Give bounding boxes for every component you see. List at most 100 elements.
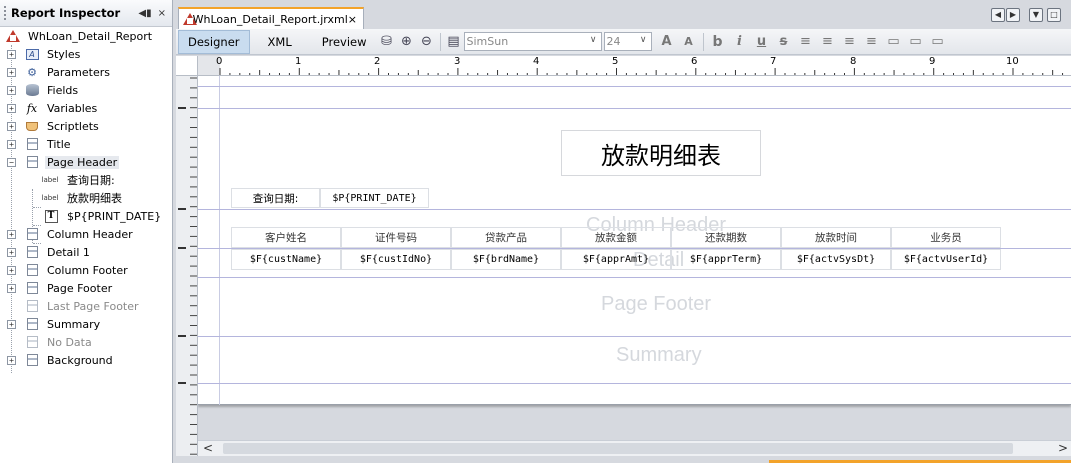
- app-window: Report Inspector ◀▮ × WhLoan_Detail_Repo…: [0, 0, 1071, 463]
- zoom-out-icon[interactable]: ⊖: [417, 32, 437, 52]
- detail-field-cell[interactable]: $F{brdName}: [451, 249, 561, 270]
- drag-grip-icon[interactable]: [4, 6, 7, 20]
- tree-item-scriptlets[interactable]: + Scriptlets: [0, 117, 172, 135]
- column-header-cell[interactable]: 客户姓名: [231, 227, 341, 248]
- detail-field-cell[interactable]: $F{apprTerm}: [671, 249, 781, 270]
- font-size-select[interactable]: 24 ∨: [603, 32, 652, 51]
- align-justify-icon[interactable]: ≡: [817, 32, 839, 52]
- tab-bar: WhLoan_Detail_Report.jrxml × ◀ ▶ ▼ □: [176, 0, 1071, 29]
- scroll-left-icon[interactable]: <: [203, 441, 213, 456]
- column-header-cell[interactable]: 业务员: [891, 227, 1001, 248]
- band-separator[interactable]: [198, 86, 1071, 87]
- align-left-icon[interactable]: ≡: [795, 32, 817, 52]
- increase-font-icon[interactable]: A: [656, 32, 678, 52]
- band-separator[interactable]: [198, 383, 1071, 384]
- align-right-icon[interactable]: ≡: [861, 32, 883, 52]
- tree-item-label: Column Footer: [47, 263, 128, 277]
- expand-icon[interactable]: +: [7, 265, 16, 275]
- compile-icon[interactable]: ▤: [444, 32, 464, 52]
- strikethrough-icon[interactable]: s: [773, 32, 795, 52]
- expand-icon[interactable]: +: [7, 103, 16, 113]
- tree-item-background[interactable]: + Background: [0, 351, 172, 369]
- tree-item-print-date-field[interactable]: T $P{PRINT_DATE}: [0, 207, 172, 225]
- report-title-text[interactable]: 放款明细表: [561, 130, 761, 176]
- tree-item-date-label[interactable]: label 查询日期:: [0, 171, 172, 189]
- column-header-cell[interactable]: 证件号码: [341, 227, 451, 248]
- close-tab-icon[interactable]: ×: [348, 13, 357, 26]
- align-middle-icon[interactable]: ▭: [905, 32, 927, 52]
- zoom-in-icon[interactable]: ⊕: [397, 32, 417, 52]
- tree-item-column-header[interactable]: + Column Header: [0, 225, 172, 243]
- tree-item-page-footer[interactable]: + Page Footer: [0, 279, 172, 297]
- design-canvas[interactable]: Column Header Detail Page Footer Summary…: [198, 76, 1071, 440]
- scroll-right-icon[interactable]: >: [1058, 441, 1068, 456]
- align-center-icon[interactable]: ≡: [839, 32, 861, 52]
- ruler-number: 10: [1006, 56, 1019, 67]
- band-separator[interactable]: [198, 336, 1071, 337]
- print-date-field[interactable]: $P{PRINT_DATE}: [320, 188, 429, 208]
- tree-item-fields[interactable]: + Fields: [0, 81, 172, 99]
- detail-field-cell[interactable]: $F{apprAmt}: [561, 249, 671, 270]
- band-separator[interactable]: [198, 277, 1071, 278]
- tree-item-label: Column Header: [47, 227, 133, 241]
- tree-item-summary[interactable]: + Summary: [0, 315, 172, 333]
- align-top-icon[interactable]: ▭: [883, 32, 905, 52]
- expand-icon[interactable]: +: [7, 355, 16, 365]
- scrollbar-thumb[interactable]: [223, 443, 1013, 454]
- designer-view-button[interactable]: Designer: [178, 29, 250, 54]
- tree-item-variables[interactable]: + fx Variables: [0, 99, 172, 117]
- align-bottom-icon[interactable]: ▭: [927, 32, 949, 52]
- preview-view-button[interactable]: Preview: [310, 30, 377, 54]
- tree-item-title-label[interactable]: label 放款明细表: [0, 189, 172, 207]
- detail-field-cell[interactable]: $F{actvUserId}: [891, 249, 1001, 270]
- scroll-tabs-right-icon[interactable]: ▶: [1006, 8, 1020, 22]
- column-header-cell[interactable]: 贷款产品: [451, 227, 561, 248]
- date-label-text[interactable]: 查询日期:: [231, 188, 320, 208]
- band-separator[interactable]: [198, 209, 1071, 210]
- maximize-window-icon[interactable]: □: [1047, 8, 1061, 22]
- database-icon[interactable]: ⛁: [377, 32, 397, 52]
- detail-field-cell[interactable]: $F{custName}: [231, 249, 341, 270]
- detail-field-cell[interactable]: $F{actvSysDt}: [781, 249, 891, 270]
- scroll-tabs-left-icon[interactable]: ◀: [991, 8, 1005, 22]
- tree-item-label: Background: [47, 353, 113, 367]
- expand-icon[interactable]: +: [7, 121, 16, 131]
- expand-icon[interactable]: +: [7, 229, 16, 239]
- tree-item-root[interactable]: WhLoan_Detail_Report: [0, 27, 172, 45]
- tree-item-label: Page Header: [45, 155, 120, 169]
- column-header-cell[interactable]: 还款期数: [671, 227, 781, 248]
- tree-item-no-data[interactable]: No Data: [0, 333, 172, 351]
- tree-item-page-header[interactable]: − Page Header: [0, 153, 172, 171]
- expand-icon[interactable]: +: [7, 247, 16, 257]
- tree-item-last-page-footer[interactable]: Last Page Footer: [0, 297, 172, 315]
- xml-view-button[interactable]: XML: [250, 30, 310, 54]
- horizontal-scrollbar[interactable]: < >: [198, 440, 1071, 456]
- expand-icon[interactable]: +: [7, 283, 16, 293]
- italic-icon[interactable]: i: [729, 32, 751, 52]
- tab-list-dropdown-icon[interactable]: ▼: [1029, 8, 1043, 22]
- detail-field-cell[interactable]: $F{custIdNo}: [341, 249, 451, 270]
- underline-icon[interactable]: u: [751, 32, 773, 52]
- collapse-icon[interactable]: −: [7, 157, 16, 167]
- font-family-select[interactable]: SimSun ∨: [463, 32, 602, 51]
- column-header-cell[interactable]: 放款时间: [781, 227, 891, 248]
- tree-item-detail[interactable]: + Detail 1: [0, 243, 172, 261]
- decrease-font-icon[interactable]: A: [678, 32, 700, 52]
- expand-icon[interactable]: +: [7, 139, 16, 149]
- band-icon: [24, 353, 40, 367]
- column-header-cell[interactable]: 放款金额: [561, 227, 671, 248]
- expand-icon[interactable]: +: [7, 319, 16, 329]
- expand-icon[interactable]: +: [7, 67, 16, 77]
- tree-item-label: Styles: [47, 47, 81, 61]
- close-panel-button[interactable]: ×: [158, 8, 166, 19]
- tree-item-parameters[interactable]: + ⚙ Parameters: [0, 63, 172, 81]
- expand-icon[interactable]: +: [7, 49, 16, 59]
- expand-icon[interactable]: +: [7, 85, 16, 95]
- band-separator[interactable]: [198, 108, 1071, 109]
- tree-item-title[interactable]: + Title: [0, 135, 172, 153]
- bold-icon[interactable]: b: [707, 32, 729, 52]
- tree-item-styles[interactable]: + A Styles: [0, 45, 172, 63]
- tree-item-column-footer[interactable]: + Column Footer: [0, 261, 172, 279]
- minimize-panel-button[interactable]: ◀▮: [138, 8, 151, 19]
- tab-report-file[interactable]: WhLoan_Detail_Report.jrxml ×: [178, 7, 364, 29]
